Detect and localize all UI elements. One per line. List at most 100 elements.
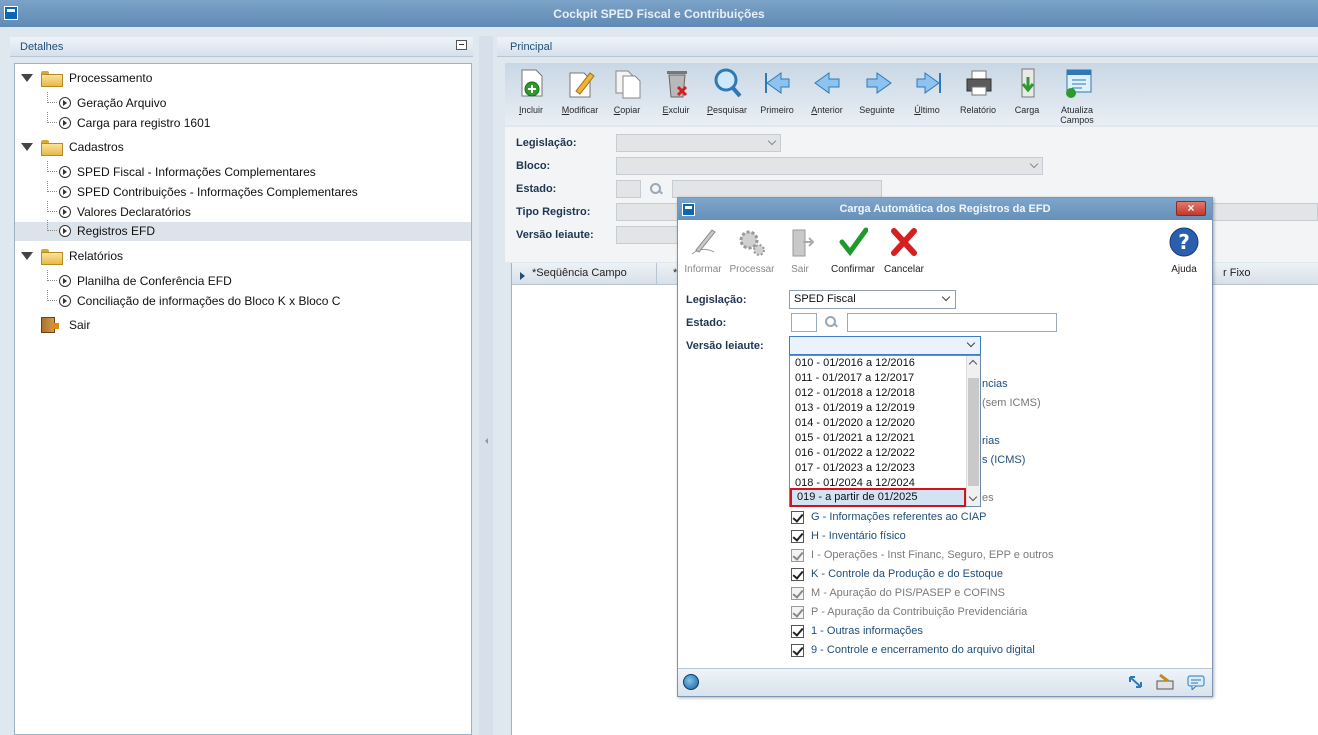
scroll-thumb[interactable] bbox=[968, 378, 979, 486]
tree-group-relatorios[interactable]: Relatórios bbox=[15, 247, 471, 265]
tree-item-valores-declaratorios[interactable]: Valores Declaratórios bbox=[15, 201, 471, 221]
estado-name-input[interactable] bbox=[672, 180, 882, 198]
legislacao-select[interactable] bbox=[616, 134, 781, 152]
tree-item-carga-registro-1601[interactable]: Carga para registro 1601 bbox=[15, 112, 471, 132]
scroll-up-icon[interactable] bbox=[968, 359, 978, 369]
chat-icon[interactable] bbox=[1187, 674, 1205, 690]
checkbox-checked-disabled bbox=[791, 587, 804, 600]
dialog-versao-select[interactable] bbox=[789, 336, 981, 355]
tree-item-sped-fiscal-info[interactable]: SPED Fiscal - Informações Complementares bbox=[15, 161, 471, 181]
add-doc-icon bbox=[521, 69, 543, 97]
incluir-button[interactable]: Incluir bbox=[507, 67, 555, 125]
exit-door-icon bbox=[41, 317, 59, 333]
informar-button[interactable]: Informar bbox=[678, 224, 728, 276]
search-icon[interactable] bbox=[649, 182, 663, 196]
dropdown-option[interactable]: 016 - 01/2022 a 12/2022 bbox=[795, 446, 915, 461]
ajuda-button[interactable]: ? Ajuda bbox=[1159, 224, 1209, 276]
copiar-button[interactable]: Copiar bbox=[603, 67, 651, 125]
refresh-fields-icon bbox=[1066, 69, 1092, 98]
atualiza-campos-button[interactable]: Atualiza Campos bbox=[1053, 67, 1101, 125]
estado-label: Estado: bbox=[516, 183, 557, 195]
estado-code-input[interactable] bbox=[616, 180, 641, 198]
dialog-legislacao-label: Legislação: bbox=[686, 294, 747, 306]
dropdown-option[interactable]: 013 - 01/2019 a 12/2019 bbox=[795, 401, 915, 416]
dialog-legislacao-select[interactable]: SPED Fiscal bbox=[789, 290, 956, 309]
expand-triangle-icon[interactable] bbox=[21, 252, 33, 260]
svg-text:?: ? bbox=[1178, 230, 1190, 254]
sair-button[interactable]: Sair bbox=[775, 224, 825, 276]
checkbox-checked[interactable] bbox=[791, 625, 804, 638]
cancelar-button[interactable]: Cancelar bbox=[879, 224, 929, 276]
dialog-titlebar: Carga Automática dos Registros da EFD × bbox=[678, 198, 1212, 220]
tipo-registro-desc-input[interactable] bbox=[1211, 203, 1318, 221]
arrow-circle-icon bbox=[59, 225, 71, 237]
modificar-button[interactable]: Modificar bbox=[556, 67, 604, 125]
scroll-down-icon[interactable] bbox=[968, 492, 978, 502]
checkbox-checked[interactable] bbox=[791, 568, 804, 581]
check-icon bbox=[839, 227, 868, 257]
dialog-estado-name-input[interactable] bbox=[847, 313, 1057, 332]
tree-item-planilha-conferencia[interactable]: Planilha de Conferência EFD bbox=[15, 270, 471, 290]
relatorio-button[interactable]: Relatório bbox=[954, 67, 1002, 125]
trash-icon bbox=[667, 71, 688, 98]
dialog-toolbar: Informar Processar Sair Confirmar Cancel… bbox=[678, 220, 1212, 276]
bloco-select[interactable] bbox=[616, 157, 1043, 175]
dropdown-option[interactable]: 011 - 01/2017 a 12/2017 bbox=[795, 371, 914, 386]
dropdown-option[interactable]: 012 - 01/2018 a 12/2018 bbox=[795, 386, 915, 401]
tree-item-geracao-arquivo[interactable]: Geração Arquivo bbox=[15, 92, 471, 112]
dropdown-option[interactable]: 010 - 01/2016 a 12/2016 bbox=[795, 356, 915, 371]
checkbox-checked[interactable] bbox=[791, 530, 804, 543]
minimize-icon[interactable] bbox=[456, 40, 467, 50]
dialog-estado-label: Estado: bbox=[686, 317, 727, 329]
close-button[interactable]: × bbox=[1176, 201, 1206, 216]
excluir-button[interactable]: Excluir bbox=[652, 67, 700, 125]
tree-group-cadastros[interactable]: Cadastros bbox=[15, 138, 471, 156]
help-icon: ? bbox=[1169, 227, 1199, 257]
x-icon bbox=[891, 228, 917, 256]
panel-splitter[interactable] bbox=[479, 36, 493, 735]
chevron-down-icon bbox=[767, 136, 777, 146]
right-panel-title: Principal bbox=[510, 41, 553, 53]
tree-group-processamento[interactable]: Processamento bbox=[15, 69, 471, 87]
arrow-circle-icon bbox=[59, 186, 71, 198]
processar-button[interactable]: Processar bbox=[727, 224, 777, 276]
dropdown-option[interactable]: 014 - 01/2020 a 12/2020 bbox=[795, 416, 915, 431]
magnifier-icon bbox=[714, 68, 742, 98]
dropdown-option-highlighted[interactable]: 019 - a partir de 01/2025 bbox=[790, 488, 966, 507]
dialog-title: Carga Automática dos Registros da EFD bbox=[839, 203, 1051, 215]
tree-item-registros-efd[interactable]: Registros EFD bbox=[15, 220, 471, 241]
col-sequencia-campo[interactable]: *Seqüência Campo bbox=[532, 267, 627, 279]
confirmar-button[interactable]: Confirmar bbox=[828, 224, 878, 276]
dialog-statusbar bbox=[678, 668, 1212, 696]
carga-button[interactable]: Carga bbox=[1003, 67, 1051, 125]
dropdown-scrollbar[interactable] bbox=[966, 356, 980, 506]
dropdown-option[interactable]: 015 - 01/2021 a 12/2021 bbox=[795, 431, 915, 446]
resize-arrow-icon[interactable] bbox=[1127, 674, 1145, 690]
search-icon[interactable] bbox=[824, 315, 838, 329]
checkbox-checked[interactable] bbox=[791, 511, 804, 524]
primeiro-button[interactable]: Primeiro bbox=[753, 67, 801, 125]
expand-triangle-icon[interactable] bbox=[21, 143, 33, 151]
ultimo-button[interactable]: Último bbox=[903, 67, 951, 125]
anterior-button[interactable]: Anterior bbox=[803, 67, 851, 125]
seguinte-button[interactable]: Seguinte bbox=[853, 67, 901, 125]
exit-door-icon bbox=[792, 229, 815, 257]
tipo-registro-input[interactable] bbox=[616, 203, 678, 221]
versao-leiaute-input[interactable] bbox=[616, 226, 678, 244]
checkbox-checked[interactable] bbox=[791, 644, 804, 657]
dialog-versao-label: Versão leiaute: bbox=[686, 340, 764, 352]
dialog-estado-code-input[interactable] bbox=[791, 313, 817, 332]
pesquisar-button[interactable]: Pesquisar bbox=[703, 67, 751, 125]
window-title: Cockpit SPED Fiscal e Contribuições bbox=[553, 7, 765, 21]
tree-item-conciliacao-bloco-k[interactable]: Conciliação de informações do Bloco K x … bbox=[15, 290, 471, 310]
chevron-down-icon bbox=[966, 338, 976, 348]
keyboard-icon[interactable] bbox=[1156, 674, 1174, 690]
col-valor-fixo[interactable]: r Fixo bbox=[1223, 267, 1251, 279]
dropdown-option[interactable]: 017 - 01/2023 a 12/2023 bbox=[795, 461, 915, 476]
tree-item-sped-contribuicoes-info[interactable]: SPED Contribuições - Informações Complem… bbox=[15, 181, 471, 201]
legislacao-label: Legislação: bbox=[516, 137, 577, 149]
tree-item-sair[interactable]: Sair bbox=[15, 316, 471, 334]
left-panel-title: Detalhes bbox=[20, 41, 64, 53]
tipo-registro-label: Tipo Registro: bbox=[516, 206, 591, 218]
expand-triangle-icon[interactable] bbox=[21, 74, 33, 82]
